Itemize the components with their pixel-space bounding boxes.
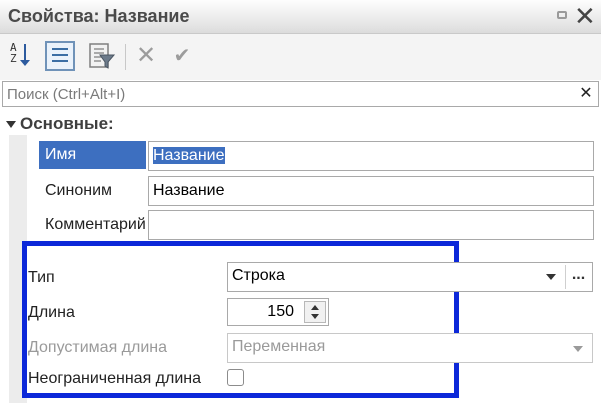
name-value: Название (153, 147, 225, 164)
categories-view-icon[interactable] (45, 41, 75, 71)
length-stepper[interactable]: 150 (227, 298, 329, 326)
sort-arrow (20, 44, 30, 66)
name-label: Имя (39, 141, 146, 169)
search-box: ✕ (2, 81, 599, 107)
comment-label: Комментарий (45, 216, 146, 233)
unlimited-length-label: Неограниченная длина (28, 370, 202, 387)
allowed-length-combobox: Переменная (227, 333, 593, 363)
pin-icon[interactable] (557, 11, 567, 19)
type-more-button[interactable]: ... (565, 265, 591, 289)
panel-title: Свойства: Название (8, 6, 190, 26)
synonym-field[interactable]: Название (148, 176, 594, 206)
synonym-label: Синоним (45, 182, 112, 199)
type-dropdown-icon[interactable] (538, 265, 564, 289)
type-value: Строка (232, 267, 285, 284)
panel-title-bar: Свойства: Название ✕ (0, 0, 601, 34)
checkmark-icon[interactable]: ✔ (167, 41, 197, 71)
section-title: Основные: (20, 114, 114, 133)
sort-alphabetical-icon[interactable]: AZ (8, 41, 38, 71)
delete-icon[interactable]: ✕ (131, 41, 161, 71)
comment-field[interactable] (148, 210, 594, 240)
search-input[interactable] (7, 84, 567, 104)
length-spin-icon[interactable] (304, 301, 326, 323)
type-label: Тип (28, 269, 55, 286)
unlimited-length-checkbox[interactable] (227, 369, 244, 386)
sort-letters: AZ (10, 41, 17, 65)
search-clear-icon[interactable]: ✕ (575, 83, 597, 105)
close-icon[interactable]: ✕ (574, 2, 596, 30)
toolbar: AZ ✕ ✔ (0, 34, 601, 80)
section-header-main[interactable]: Основные: (6, 114, 114, 134)
name-field[interactable]: Название (148, 141, 594, 171)
allowed-length-label: Допустимая длина (28, 339, 168, 356)
length-label: Длина (28, 304, 75, 321)
length-value: 150 (267, 303, 294, 320)
collapse-triangle-icon[interactable] (6, 121, 16, 129)
allowed-length-value: Переменная (232, 338, 326, 355)
filter-icon[interactable] (86, 41, 116, 71)
toolbar-separator (125, 44, 126, 70)
type-combobox[interactable]: Строка ... (227, 262, 593, 292)
